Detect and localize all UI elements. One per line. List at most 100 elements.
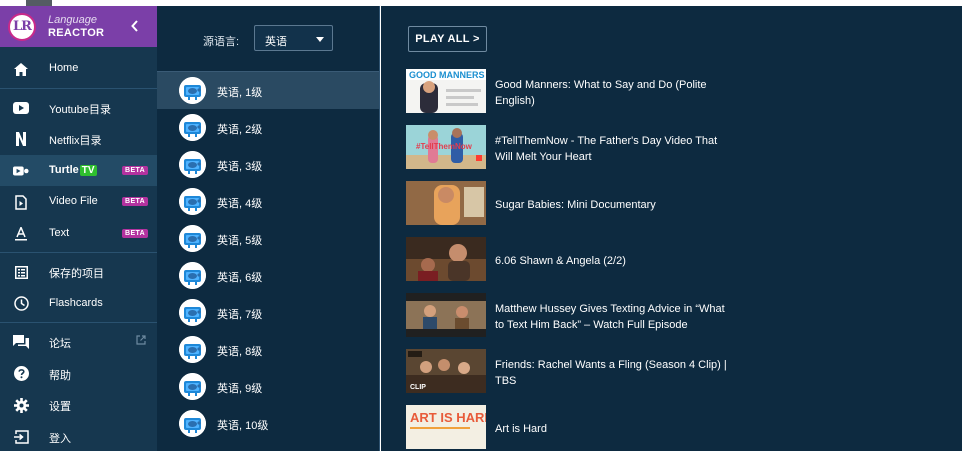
- video-item[interactable]: #TellThemNow #TellThemNow - The Father's …: [406, 125, 946, 171]
- video-title[interactable]: Art is Hard: [495, 421, 735, 437]
- sidebar-item-label: 保存的项目: [49, 268, 104, 280]
- level-label: 英语, 3级: [217, 161, 263, 173]
- video-item[interactable]: CLIP Friends: Rachel Wants a Fling (Seaso…: [406, 349, 946, 395]
- sidebar-item-text[interactable]: Text BETA: [0, 218, 157, 250]
- video-thumbnail[interactable]: ART IS HARD: [406, 405, 486, 449]
- video-thumbnail[interactable]: [406, 181, 486, 225]
- source-language-row: 源语言: 英语: [157, 6, 379, 71]
- video-title[interactable]: 6.06 Shawn & Angela (2/2): [495, 253, 735, 269]
- caret-down-icon: [316, 37, 324, 42]
- video-thumbnail[interactable]: [406, 293, 486, 337]
- level-item[interactable]: 英语, 8级: [157, 331, 379, 368]
- level-label: 英语, 8级: [217, 346, 263, 358]
- help-icon: [13, 366, 29, 382]
- sidebar-item-label: 论坛: [49, 338, 71, 350]
- level-item[interactable]: 英语, 1级: [157, 72, 379, 109]
- level-label: 英语, 6级: [217, 272, 263, 284]
- clock-icon: [13, 296, 29, 312]
- sidebar: LR Language REACTOR Home Youtube目录 Netfl…: [0, 6, 157, 451]
- brand-line2: REACTOR: [48, 26, 105, 39]
- divider: [0, 322, 157, 323]
- sidebar-item-settings[interactable]: 设置: [0, 389, 157, 421]
- video-item[interactable]: Sugar Babies: Mini Documentary: [406, 181, 946, 227]
- beta-badge: BETA: [122, 165, 149, 175]
- sidebar-item-flashcards[interactable]: Flashcards: [0, 288, 157, 320]
- level-label: 英语, 1级: [217, 87, 263, 99]
- video-item[interactable]: GOOD MANNERS Good Manners: What to Say an…: [406, 69, 946, 115]
- chevron-left-icon: [131, 20, 138, 32]
- sidebar-item-forum[interactable]: 论坛: [0, 326, 157, 358]
- settings-icon: [13, 397, 29, 413]
- source-language-select[interactable]: 英语: [254, 25, 333, 51]
- turtle-tv-icon: [179, 373, 206, 400]
- video-file-icon: [13, 194, 29, 210]
- sidebar-item-label: 登入: [49, 432, 71, 445]
- video-title[interactable]: #TellThemNow - The Father's Day Video Th…: [495, 133, 735, 165]
- source-language-label: 源语言:: [203, 36, 240, 48]
- text-icon: [13, 226, 29, 242]
- sidebar-item-turtle-tv[interactable]: Turtle TV BETA: [0, 154, 157, 186]
- sidebar-item-label: Home: [49, 62, 79, 74]
- sidebar-item-help[interactable]: 帮助: [0, 358, 157, 390]
- level-item[interactable]: 英语, 9级: [157, 368, 379, 405]
- level-item[interactable]: 英语, 3级: [157, 146, 379, 183]
- level-label: 英语, 4级: [217, 198, 263, 210]
- video-title[interactable]: Friends: Rachel Wants a Fling (Season 4 …: [495, 357, 735, 389]
- video-title[interactable]: Sugar Babies: Mini Documentary: [495, 197, 735, 213]
- sidebar-item-login[interactable]: 登入: [0, 421, 157, 451]
- thumb-text: CLIP: [410, 384, 426, 391]
- saved-items-icon: [13, 264, 29, 280]
- video-thumbnail[interactable]: GOOD MANNERS: [406, 69, 486, 113]
- sidebar-item-saved-items[interactable]: 保存的项目: [0, 256, 157, 288]
- netflix-icon: [13, 131, 29, 147]
- level-item[interactable]: 英语, 6级: [157, 257, 379, 294]
- level-item[interactable]: 英语, 10级: [157, 405, 379, 442]
- level-item[interactable]: 英语, 2级: [157, 109, 379, 146]
- brand-line1: Language: [48, 13, 97, 26]
- thumb-text: GOOD MANNERS: [409, 70, 485, 80]
- video-title[interactable]: Good Manners: What to Say and Do (Polite…: [495, 77, 735, 109]
- play-all-button[interactable]: PLAY ALL >: [408, 26, 487, 52]
- collapse-sidebar-button[interactable]: [128, 18, 142, 34]
- turtle-tv-icon: [179, 151, 206, 178]
- beta-badge: BETA: [122, 228, 149, 238]
- sidebar-item-netflix[interactable]: Netflix目录: [0, 123, 157, 155]
- level-item[interactable]: 英语, 5级: [157, 220, 379, 257]
- sidebar-item-label: Video File: [49, 195, 98, 207]
- brand-header: LR Language REACTOR: [0, 6, 157, 47]
- turtle-tv-icon: [179, 225, 206, 252]
- level-item[interactable]: 英语, 4级: [157, 183, 379, 220]
- level-label: 英语, 9级: [217, 383, 263, 395]
- video-item[interactable]: ART IS HARD Art is Hard: [406, 405, 946, 451]
- level-list: 英语, 1级英语, 2级英语, 3级 英语, 4级英语, 5级英语, 6级 英语, …: [157, 72, 379, 442]
- video-thumbnail[interactable]: [406, 237, 486, 281]
- language-reactor-logo[interactable]: LR: [8, 12, 36, 41]
- sidebar-item-home[interactable]: Home: [0, 53, 157, 85]
- thumb-text: #TellThemNow: [416, 142, 473, 151]
- forum-icon: [13, 334, 29, 350]
- video-title[interactable]: Matthew Hussey Gives Texting Advice in “…: [495, 301, 735, 333]
- level-label: 英语, 7级: [217, 309, 263, 321]
- sidebar-item-video-file[interactable]: Video File BETA: [0, 186, 157, 218]
- sidebar-item-label: Text: [49, 226, 70, 239]
- login-icon: [13, 429, 29, 445]
- turtle-tv-icon: [179, 299, 206, 326]
- divider: [0, 87, 157, 89]
- turtle-tv-icon: [179, 410, 206, 437]
- beta-badge: BETA: [122, 197, 149, 206]
- turtle-tv-icon: [179, 336, 206, 363]
- level-label: 英语, 10级: [217, 420, 269, 432]
- video-thumbnail[interactable]: CLIP: [406, 349, 486, 393]
- video-thumbnail[interactable]: #TellThemNow: [406, 125, 486, 169]
- turtle-tv-icon: [179, 114, 206, 141]
- sidebar-item-youtube[interactable]: Youtube目录: [0, 92, 157, 124]
- video-list-panel: PLAY ALL > GOOD MANNERS Good Manners: Wha…: [381, 6, 962, 451]
- turtle-tv-icon: [179, 262, 206, 289]
- video-item[interactable]: 6.06 Shawn & Angela (2/2): [406, 237, 946, 283]
- level-item[interactable]: 英语, 7级: [157, 294, 379, 331]
- sidebar-item-label: Netflix目录: [49, 135, 102, 147]
- video-item[interactable]: Matthew Hussey Gives Texting Advice in “…: [406, 293, 946, 339]
- sidebar-item-label: Flashcards: [49, 296, 103, 309]
- home-icon: [13, 61, 29, 77]
- turtle-tv-icon: [179, 77, 206, 104]
